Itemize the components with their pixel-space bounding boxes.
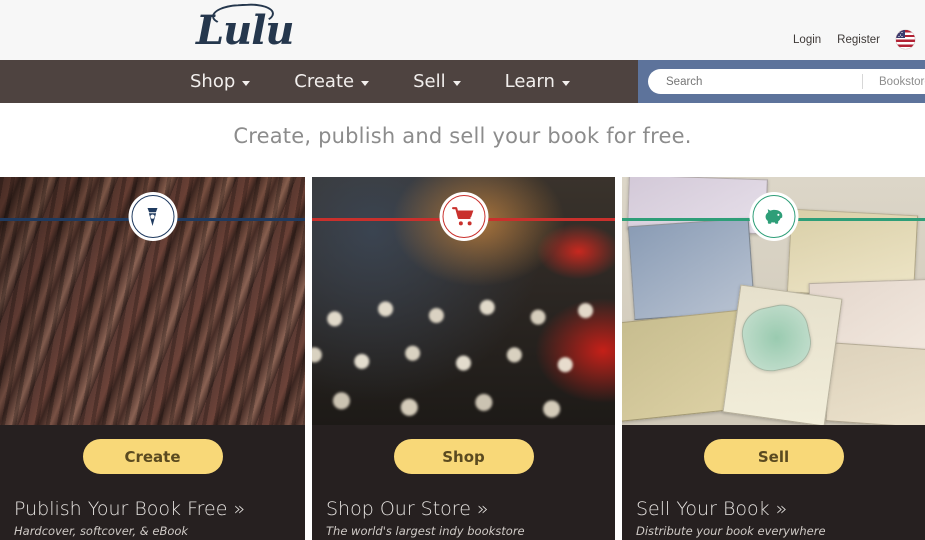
panel-create-subtitle: Hardcover, softcover, & eBook [14,524,189,538]
pen-nib-icon[interactable] [128,192,177,241]
chevron-down-icon [361,80,370,86]
top-header-bar: Lulu Login Register [0,0,925,60]
shopping-cart-icon[interactable] [439,192,488,241]
search-divider [862,74,863,89]
logo-wordmark: Lulu [196,7,294,54]
chevron-down-icon [561,80,570,86]
nav-item-create-label: Create [294,71,355,92]
lulu-logo[interactable]: Lulu [196,2,294,55]
panel-shop: Shop Shop Our Store » The world's larges… [312,177,615,540]
register-link[interactable]: Register [837,34,880,46]
nav-item-learn[interactable]: Learn [505,71,570,92]
panel-shop-subtitle: The world's largest indy bookstore [326,524,525,538]
panel-gap-1 [0,177,312,540]
nav-items: Shop Create Sell Learn [190,60,570,103]
panel-sell-subtitle: Distribute your book everywhere [636,524,826,538]
nav-item-learn-label: Learn [504,71,555,92]
panel-sell: Sell Sell Your Book » Distribute your bo… [622,177,925,540]
chevron-down-icon [242,80,251,86]
account-links: Login Register [793,30,915,49]
login-link[interactable]: Login [793,34,821,46]
us-flag-icon[interactable] [896,30,915,49]
panel-shop-body: Shop Shop Our Store » The world's larges… [312,425,615,540]
search-input[interactable] [666,75,856,88]
page-title: Create, publish and sell your book for f… [233,124,692,148]
nav-item-sell[interactable]: Sell [413,71,461,92]
search-scope-selector[interactable]: Bookstore [879,76,925,88]
banknote [825,341,925,425]
search-pill[interactable]: Bookstore [648,69,925,94]
panel-shop-heading[interactable]: Shop Our Store » [326,498,489,520]
create-button[interactable]: Create [82,439,223,474]
nav-item-sell-label: Sell [413,71,446,92]
feature-panels: Create Publish Your Book Free » Hardcove… [0,177,925,540]
panel-sell-heading[interactable]: Sell Your Book » [636,498,787,520]
nav-item-shop[interactable]: Shop [190,71,251,92]
sell-button[interactable]: Sell [703,439,844,474]
panel-gap-dark [0,425,7,540]
panel-create-heading[interactable]: Publish Your Book Free » [14,498,245,520]
nav-item-shop-label: Shop [190,71,236,92]
shop-button[interactable]: Shop [393,439,534,474]
nav-item-create[interactable]: Create [294,71,370,92]
panel-sell-body: Sell Sell Your Book » Distribute your bo… [622,425,925,540]
piggy-bank-icon[interactable] [749,192,798,241]
lulu-homepage: Lulu Login Register Shop Create Sell Lea… [0,0,925,540]
flag-canton [896,30,905,38]
banknote [627,217,756,320]
typewriter-keys-texture [312,286,615,425]
panel-create-body: Create Publish Your Book Free » Hardcove… [0,425,305,540]
panel-gap-2 [0,177,622,540]
search-area: Bookstore [638,60,925,103]
chevron-down-icon [452,80,461,86]
panel-create: Create Publish Your Book Free » Hardcove… [0,177,305,540]
